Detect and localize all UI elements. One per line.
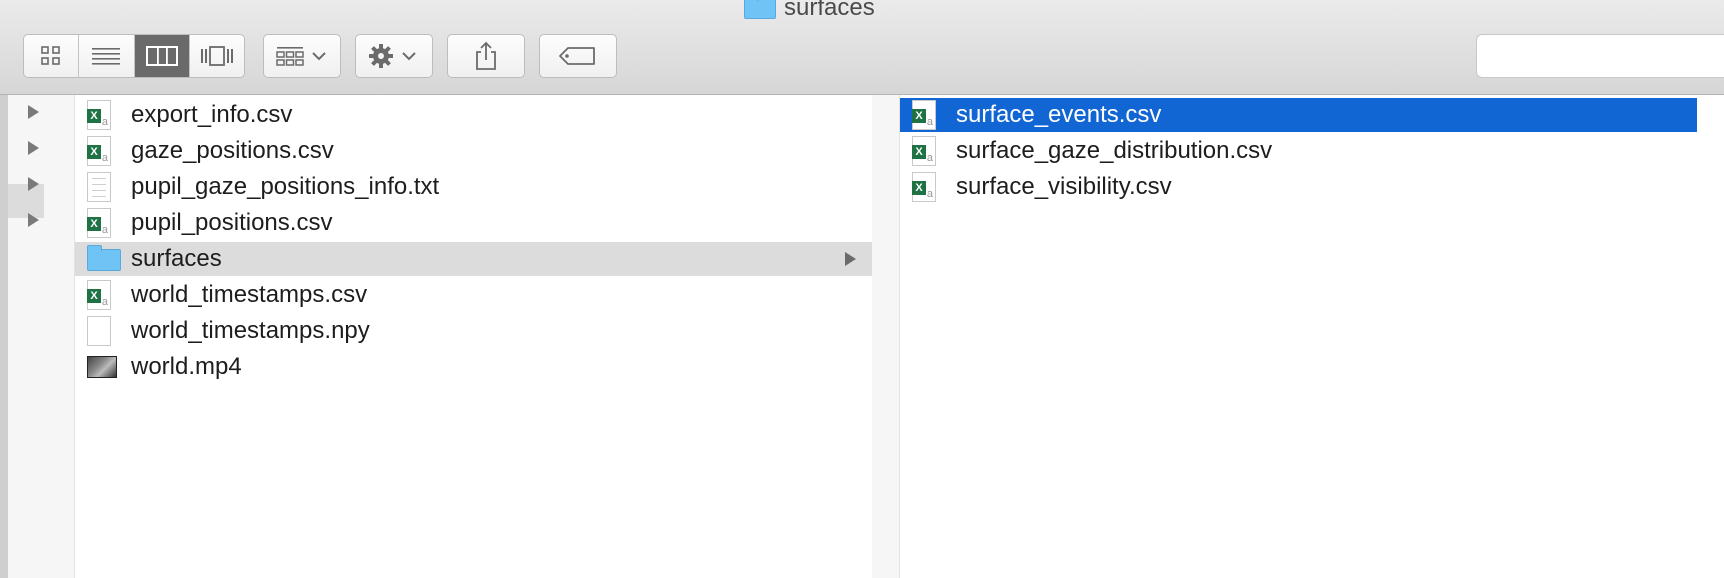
list-item[interactable]: Xa pupil_positions.csv: [75, 206, 872, 240]
file-name: gaze_positions.csv: [131, 137, 334, 164]
view-mode-group: [23, 34, 245, 78]
file-name: pupil_gaze_positions_info.txt: [131, 173, 440, 200]
blank-file-icon: [87, 316, 111, 346]
window-title-text: surfaces: [784, 0, 875, 21]
disclosure-triangle-icon[interactable]: [28, 177, 39, 191]
previous-column: [0, 95, 45, 578]
arrange-grid-icon: [276, 47, 326, 66]
list-item-selected[interactable]: Xa surface_events.csv: [900, 98, 1697, 132]
icon-view-button[interactable]: [24, 35, 80, 77]
file-name: surface_events.csv: [956, 101, 1162, 128]
file-column-1: Xa export_info.csv Xa gaze_positions.csv…: [74, 95, 873, 578]
list-view-button[interactable]: [79, 35, 135, 77]
cover-flow-icon: [200, 46, 233, 66]
list-icon: [92, 48, 121, 65]
file-name: pupil_positions.csv: [131, 209, 333, 236]
file-name: world_timestamps.csv: [131, 281, 368, 308]
list-item[interactable]: Xa gaze_positions.csv: [75, 134, 872, 168]
window-edge: [0, 95, 8, 578]
excel-file-icon: Xa: [912, 172, 936, 202]
file-name: surface_gaze_distribution.csv: [956, 137, 1273, 164]
action-button[interactable]: [355, 34, 433, 78]
list-item-surfaces-folder[interactable]: surfaces: [75, 242, 872, 276]
excel-file-icon: Xa: [912, 100, 936, 130]
folder-icon: [744, 0, 776, 19]
file-name: surface_visibility.csv: [956, 173, 1172, 200]
list-item[interactable]: world.mp4: [75, 350, 872, 384]
chevron-right-icon: [845, 252, 856, 266]
excel-file-icon: Xa: [87, 136, 111, 166]
gear-icon: [369, 44, 416, 68]
column-divider[interactable]: [44, 95, 74, 578]
search-field[interactable]: [1476, 34, 1724, 78]
share-button[interactable]: [447, 34, 525, 78]
column-view-button[interactable]: [134, 35, 190, 77]
file-column-2: Xa surface_events.csv Xa surface_gaze_di…: [899, 95, 1724, 578]
window-title: surfaces: [744, 0, 875, 23]
list-item[interactable]: Xa world_timestamps.csv: [75, 278, 872, 312]
excel-file-icon: Xa: [87, 100, 111, 130]
list-item[interactable]: Xa surface_gaze_distribution.csv: [900, 134, 1724, 168]
disclosure-triangle-icon[interactable]: [28, 141, 39, 155]
excel-file-icon: Xa: [912, 136, 936, 166]
cover-flow-view-button[interactable]: [190, 35, 244, 77]
file-name: world_timestamps.npy: [131, 317, 370, 344]
file-name: export_info.csv: [131, 101, 293, 128]
grid-icon: [41, 46, 60, 65]
excel-file-icon: Xa: [87, 208, 111, 238]
text-file-icon: [87, 172, 111, 202]
tag-icon: [559, 47, 595, 65]
columns-icon: [145, 46, 178, 66]
file-name: surfaces: [131, 245, 222, 272]
list-item[interactable]: Xa surface_visibility.csv: [900, 170, 1724, 204]
share-icon: [476, 41, 496, 70]
disclosure-triangle-icon[interactable]: [28, 105, 39, 119]
list-item[interactable]: world_timestamps.npy: [75, 314, 872, 348]
movie-file-icon: [87, 356, 117, 378]
tags-button[interactable]: [539, 34, 617, 78]
list-item[interactable]: Xa export_info.csv: [75, 98, 872, 132]
excel-file-icon: Xa: [87, 280, 111, 310]
list-item[interactable]: pupil_gaze_positions_info.txt: [75, 170, 872, 204]
file-name: world.mp4: [131, 353, 242, 380]
arrange-button[interactable]: [263, 34, 341, 78]
window-toolbar: surfaces: [0, 0, 1724, 95]
folder-icon: [87, 245, 121, 271]
column-divider[interactable]: [872, 95, 899, 578]
disclosure-triangle-icon[interactable]: [28, 213, 39, 227]
